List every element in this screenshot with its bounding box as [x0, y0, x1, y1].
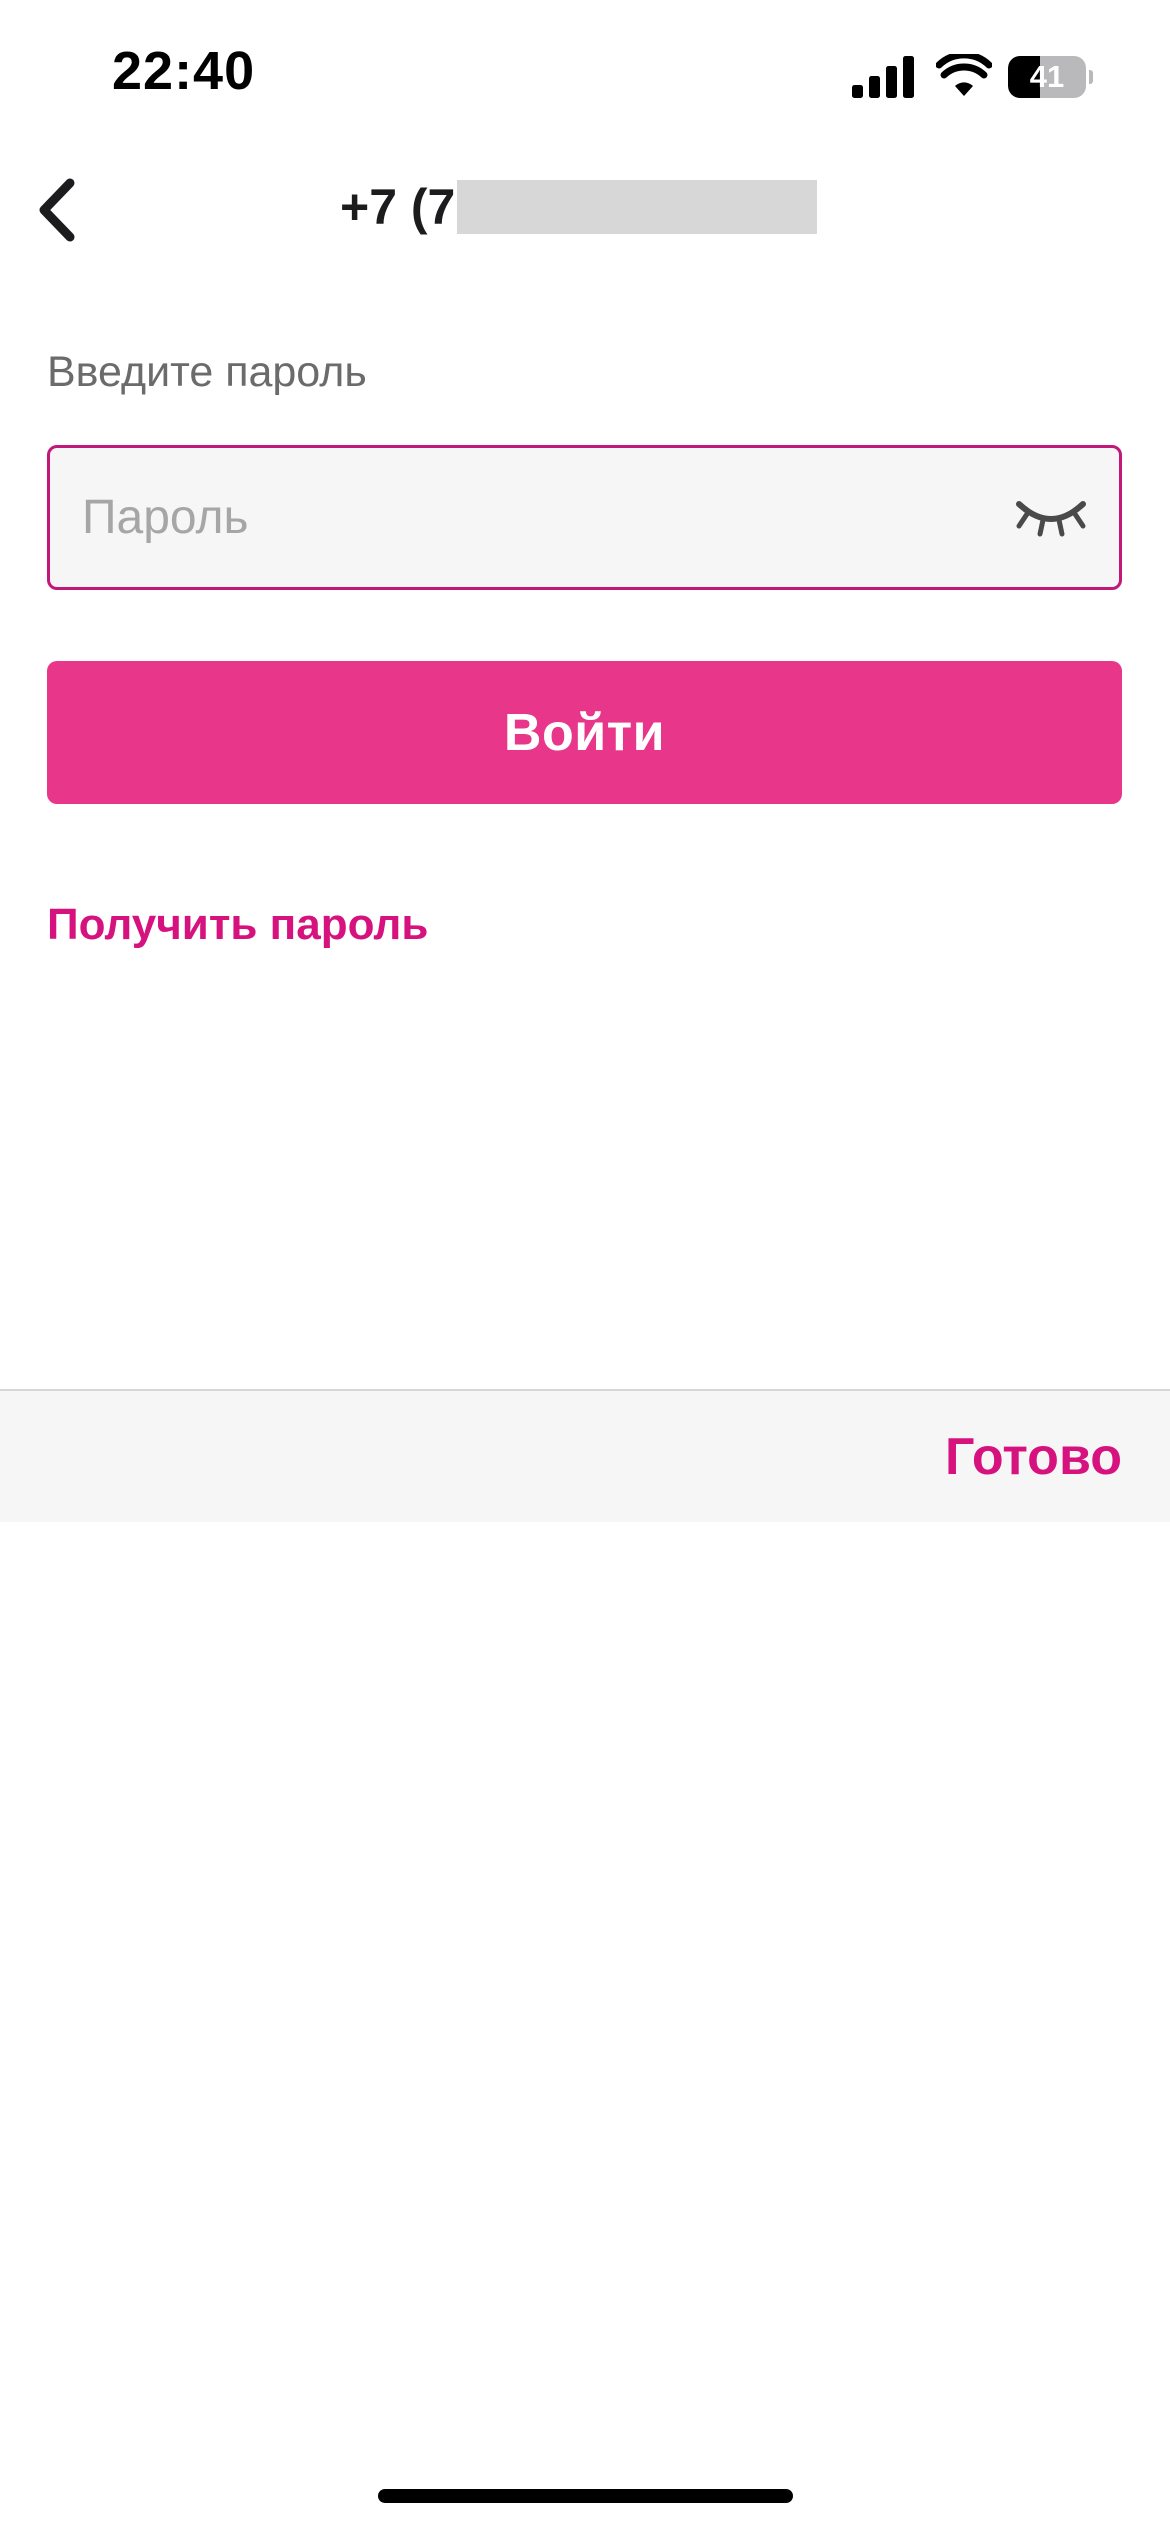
- login-button-label: Войти: [503, 703, 666, 762]
- chevron-left-icon: [39, 178, 75, 242]
- battery-body: 41: [1008, 56, 1086, 98]
- keyboard-toolbar: Готово: [0, 1389, 1170, 1522]
- get-password-link[interactable]: Получить пароль: [47, 900, 428, 950]
- battery-icon: 41: [1008, 56, 1093, 98]
- password-label: Введите пароль: [47, 348, 367, 396]
- home-indicator[interactable]: [378, 2489, 793, 2503]
- phone-number-title: +7 (7: [340, 178, 818, 236]
- status-bar: 22:40 41: [0, 0, 1170, 150]
- cellular-signal-icon: [852, 56, 914, 98]
- password-input[interactable]: [82, 448, 1002, 587]
- status-time: 22:40: [112, 41, 256, 101]
- battery-percent: 41: [1029, 59, 1065, 94]
- redacted-phone-digits: [457, 180, 818, 234]
- back-button[interactable]: [16, 170, 96, 250]
- battery-tip: [1089, 70, 1093, 84]
- done-button[interactable]: Готово: [945, 1427, 1122, 1487]
- eye-closed-icon[interactable]: [1013, 490, 1089, 544]
- wifi-icon: [936, 54, 992, 96]
- phone-number-prefix: +7 (7: [340, 179, 456, 235]
- login-button[interactable]: Войти: [47, 661, 1122, 804]
- password-field[interactable]: [47, 445, 1122, 590]
